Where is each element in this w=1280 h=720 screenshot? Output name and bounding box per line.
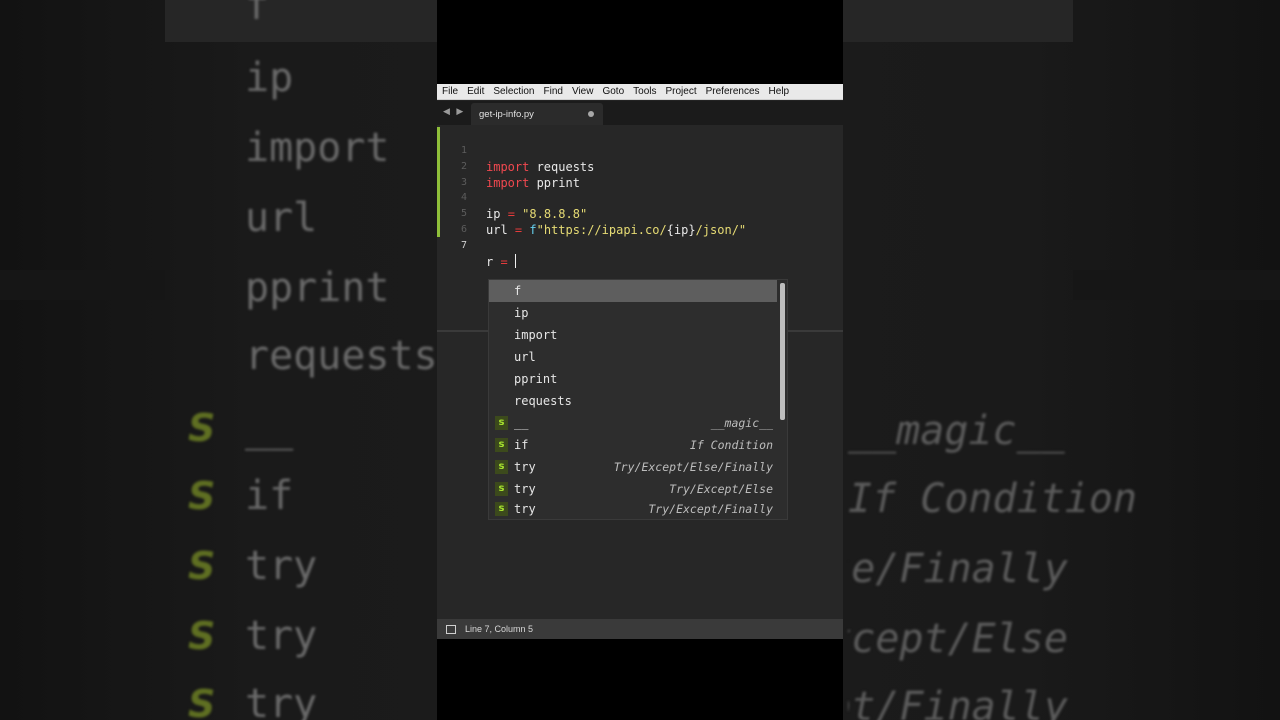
code-variable: r bbox=[486, 255, 494, 269]
code-line: 1 import requests bbox=[437, 127, 843, 174]
tab-bar: ◀ ▶ get-ip-info.py bbox=[437, 101, 843, 125]
autocomplete-item[interactable]: f bbox=[489, 280, 777, 302]
code-line: 2 import pprint bbox=[437, 143, 843, 190]
autocomplete-item[interactable]: s if If Condition bbox=[489, 434, 777, 456]
autocomplete-item[interactable]: s try Try/Except/Else/Finally bbox=[489, 456, 777, 478]
code-line: 4 ip = "8.8.8.8" bbox=[437, 174, 843, 221]
tab-nav-arrows-icon[interactable]: ◀ ▶ bbox=[443, 106, 465, 117]
autocomplete-desc: Try/Except/Else bbox=[669, 482, 773, 496]
autocomplete-item[interactable]: s try Try/Except/Else bbox=[489, 478, 777, 500]
code-editor[interactable]: 1 import requests 2 import pprint 3 4 ip… bbox=[437, 125, 843, 619]
snippet-kind-icon: s bbox=[495, 482, 508, 496]
menu-selection[interactable]: Selection bbox=[493, 86, 534, 97]
backdrop-word: import bbox=[245, 125, 390, 171]
autocomplete-item[interactable]: ip bbox=[489, 302, 777, 324]
autocomplete-desc: __magic__ bbox=[710, 416, 773, 430]
autocomplete-word: requests bbox=[514, 394, 572, 408]
autocomplete-desc: Try/Except/Finally bbox=[648, 502, 773, 516]
backdrop-snippet-badge: S bbox=[188, 406, 216, 450]
autocomplete-word: url bbox=[514, 350, 536, 364]
backdrop-word: pprint bbox=[245, 265, 390, 311]
autocomplete-word: ip bbox=[514, 306, 529, 320]
backdrop-word: try bbox=[245, 613, 318, 659]
backdrop-snippet-badge: S bbox=[188, 614, 216, 658]
backdrop-snippet-badge: S bbox=[188, 544, 216, 588]
autocomplete-word: try bbox=[514, 460, 536, 474]
tab-get-ip-info[interactable]: get-ip-info.py bbox=[471, 103, 603, 125]
editor-window: File Edit Selection Find View Goto Tools… bbox=[437, 84, 843, 639]
tab-label: get-ip-info.py bbox=[479, 109, 534, 120]
autocomplete-desc: Try/Except/Else/Finally bbox=[613, 460, 773, 474]
autocomplete-word: import bbox=[514, 328, 558, 342]
menu-preferences[interactable]: Preferences bbox=[706, 86, 760, 97]
autocomplete-popup: f ip import url pprint requests s __ __m… bbox=[488, 279, 788, 520]
autocomplete-item[interactable]: pprint bbox=[489, 368, 777, 390]
letterbox-bottom bbox=[437, 639, 843, 720]
backdrop-desc: Try/Except/Else/Finally bbox=[848, 546, 1068, 592]
backdrop-desc: Try/Except/Finally bbox=[848, 684, 1068, 720]
snippet-kind-icon: s bbox=[495, 502, 508, 516]
code-line-current: 7 r = bbox=[437, 222, 843, 269]
backdrop-word: __ bbox=[245, 405, 294, 451]
code-line: 5 url = f"https://ipapi.co/{ip}/json/" bbox=[437, 190, 843, 237]
snippet-kind-icon: s bbox=[495, 460, 508, 474]
snippet-kind-icon: s bbox=[495, 438, 508, 452]
autocomplete-scrollbar[interactable] bbox=[780, 283, 785, 420]
backdrop-word: ip bbox=[245, 55, 294, 101]
autocomplete-desc: If Condition bbox=[689, 438, 773, 452]
autocomplete-word: if bbox=[514, 438, 529, 452]
backdrop-desc: __magic__ bbox=[848, 408, 1065, 454]
menu-tools[interactable]: Tools bbox=[633, 86, 656, 97]
autocomplete-word: f bbox=[514, 284, 522, 298]
code-line: 3 bbox=[437, 159, 843, 188]
autocomplete-item[interactable]: requests bbox=[489, 390, 777, 412]
menu-edit[interactable]: Edit bbox=[467, 86, 484, 97]
backdrop-snippet-badge: S bbox=[188, 474, 216, 518]
autocomplete-word: pprint bbox=[514, 372, 558, 386]
backdrop-word: if bbox=[245, 473, 294, 519]
backdrop-word: url bbox=[245, 195, 318, 241]
backdrop-desc: Try/Except/Else bbox=[848, 616, 1068, 662]
code-operator: = bbox=[500, 255, 508, 269]
menu-view[interactable]: View bbox=[572, 86, 594, 97]
menu-help[interactable]: Help bbox=[769, 86, 790, 97]
backdrop-band bbox=[0, 270, 165, 300]
cursor-position: Line 7, Column 5 bbox=[465, 624, 534, 634]
snippet-kind-icon: s bbox=[495, 416, 508, 430]
menu-file[interactable]: File bbox=[442, 86, 458, 97]
autocomplete-word: __ bbox=[514, 416, 529, 430]
text-cursor bbox=[514, 254, 516, 268]
backdrop-desc: If Condition bbox=[848, 476, 1137, 522]
status-bar: Line 7, Column 5 bbox=[437, 619, 843, 639]
backdrop-word: try bbox=[245, 681, 318, 720]
unsaved-dot-icon[interactable] bbox=[588, 111, 594, 117]
backdrop-word: try bbox=[245, 543, 318, 589]
backdrop-word: requests bbox=[245, 333, 438, 379]
autocomplete-item[interactable]: url bbox=[489, 346, 777, 368]
backdrop-band bbox=[1073, 270, 1280, 300]
menu-bar: File Edit Selection Find View Goto Tools… bbox=[437, 84, 843, 100]
panel-toggle-icon[interactable] bbox=[446, 624, 456, 634]
menu-find[interactable]: Find bbox=[544, 86, 563, 97]
menu-goto[interactable]: Goto bbox=[602, 86, 624, 97]
menu-project[interactable]: Project bbox=[666, 86, 697, 97]
autocomplete-word: try bbox=[514, 482, 536, 496]
letterbox-top bbox=[437, 0, 843, 84]
line-number: 7 bbox=[460, 240, 467, 251]
backdrop-word: f bbox=[245, 0, 270, 29]
autocomplete-item[interactable]: import bbox=[489, 324, 777, 346]
autocomplete-item[interactable]: s __ __magic__ bbox=[489, 412, 777, 434]
backdrop-snippet-badge: S bbox=[188, 682, 216, 720]
autocomplete-word: try bbox=[514, 502, 536, 516]
code-line: 6 bbox=[437, 206, 843, 235]
autocomplete-item[interactable]: s try Try/Except/Finally bbox=[489, 500, 777, 519]
